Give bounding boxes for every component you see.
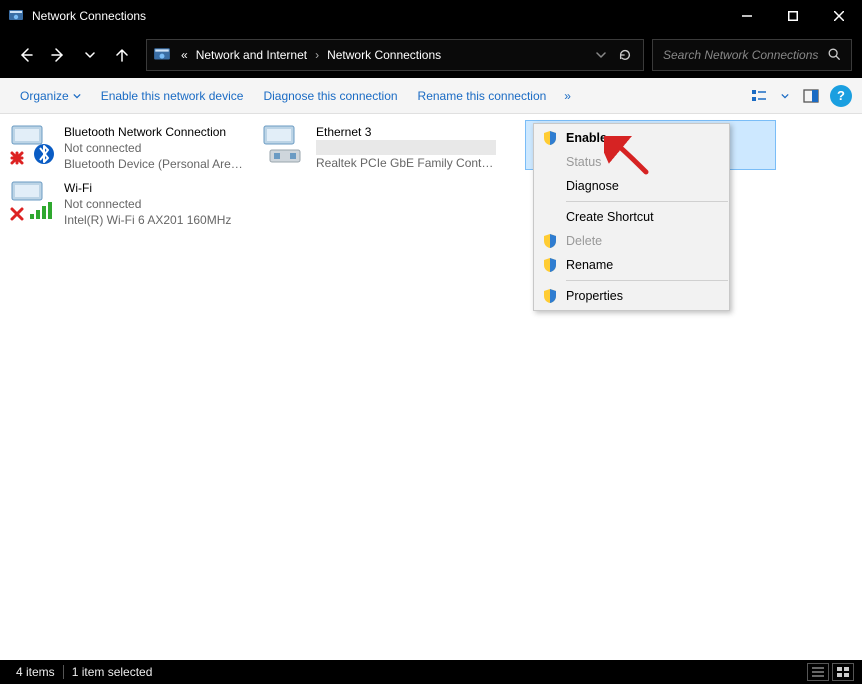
bluetooth-adapter-icon: [8, 124, 56, 166]
connection-description: Intel(R) Wi-Fi 6 AX201 160MHz: [64, 212, 244, 228]
menu-label: Rename: [566, 258, 613, 272]
connection-name: Ethernet 3: [316, 124, 496, 140]
address-icon: [153, 46, 171, 64]
search-input[interactable]: [661, 47, 827, 63]
menu-label: Diagnose: [566, 179, 619, 193]
organize-label: Organize: [20, 89, 69, 103]
breadcrumb-prefix: «: [177, 48, 192, 62]
diagnose-connection-button[interactable]: Diagnose this connection: [253, 85, 407, 107]
menu-properties[interactable]: Properties: [534, 284, 729, 308]
menu-label: Create Shortcut: [566, 210, 654, 224]
chevron-down-icon: [73, 92, 81, 100]
details-view-button[interactable]: [807, 663, 829, 681]
menu-label: Delete: [566, 234, 602, 248]
shield-icon: [542, 257, 558, 273]
breadcrumb-1[interactable]: Network Connections: [323, 48, 445, 62]
large-icons-view-button[interactable]: [832, 663, 854, 681]
window-title: Network Connections: [32, 9, 146, 23]
status-selected-count: 1 item selected: [64, 665, 161, 679]
status-item-count: 4 items: [8, 665, 63, 679]
forward-button[interactable]: [42, 39, 74, 71]
menu-status: Status: [534, 150, 729, 174]
maximize-button[interactable]: [770, 0, 816, 32]
window-icon: [8, 8, 24, 24]
connection-item-ethernet[interactable]: Ethernet 3 Realtek PCIe GbE Family Contr…: [252, 120, 504, 176]
search-box[interactable]: [652, 39, 852, 71]
context-menu: Enable Status Diagnose Create Shortcut D…: [533, 123, 730, 311]
connection-name: Wi-Fi: [64, 180, 244, 196]
connection-status: [316, 140, 496, 155]
connection-name: Bluetooth Network Connection: [64, 124, 244, 140]
up-button[interactable]: [106, 39, 138, 71]
connection-item-bluetooth[interactable]: Bluetooth Network Connection Not connect…: [0, 120, 252, 176]
connection-description: Bluetooth Device (Personal Area ...: [64, 156, 244, 172]
back-button[interactable]: [10, 39, 42, 71]
address-bar[interactable]: « Network and Internet › Network Connect…: [146, 39, 644, 71]
menu-separator: [566, 201, 728, 202]
menu-label: Enable: [566, 131, 607, 145]
menu-delete: Delete: [534, 229, 729, 253]
help-button[interactable]: ?: [830, 85, 852, 107]
view-dropdown[interactable]: [772, 83, 798, 109]
shield-icon: [542, 233, 558, 249]
close-button[interactable]: [816, 0, 862, 32]
organize-menu[interactable]: Organize: [10, 85, 91, 107]
connection-item-wifi[interactable]: Wi-Fi Not connected Intel(R) Wi-Fi 6 AX2…: [0, 176, 252, 232]
connection-status: Not connected: [64, 140, 244, 156]
content-area: Bluetooth Network Connection Not connect…: [0, 114, 862, 660]
menu-label: Status: [566, 155, 601, 169]
menu-separator: [566, 280, 728, 281]
view-options-button[interactable]: [746, 83, 772, 109]
chevron-right-icon[interactable]: ›: [311, 48, 323, 62]
preview-pane-button[interactable]: [798, 83, 824, 109]
shield-icon: [542, 130, 558, 146]
nav-toolbar: « Network and Internet › Network Connect…: [0, 32, 862, 78]
connection-status: Not connected: [64, 196, 244, 212]
recent-dropdown[interactable]: [74, 39, 106, 71]
rename-connection-button[interactable]: Rename this connection: [408, 85, 557, 107]
menu-rename[interactable]: Rename: [534, 253, 729, 277]
status-bar: 4 items 1 item selected: [0, 660, 862, 684]
minimize-button[interactable]: [724, 0, 770, 32]
command-bar: Organize Enable this network device Diag…: [0, 78, 862, 114]
titlebar: Network Connections: [0, 0, 862, 32]
menu-label: Properties: [566, 289, 623, 303]
ethernet-adapter-icon: [260, 124, 308, 166]
refresh-button[interactable]: [613, 43, 637, 67]
menu-diagnose[interactable]: Diagnose: [534, 174, 729, 198]
menu-create-shortcut[interactable]: Create Shortcut: [534, 205, 729, 229]
address-dropdown[interactable]: [589, 43, 613, 67]
breadcrumb-0[interactable]: Network and Internet: [192, 48, 311, 62]
menu-enable[interactable]: Enable: [534, 126, 729, 150]
shield-icon: [542, 288, 558, 304]
enable-device-button[interactable]: Enable this network device: [91, 85, 254, 107]
connection-description: Realtek PCIe GbE Family Controll...: [316, 155, 496, 171]
wifi-adapter-icon: [8, 180, 56, 222]
overflow-button[interactable]: »: [556, 85, 579, 107]
search-icon[interactable]: [827, 47, 843, 63]
